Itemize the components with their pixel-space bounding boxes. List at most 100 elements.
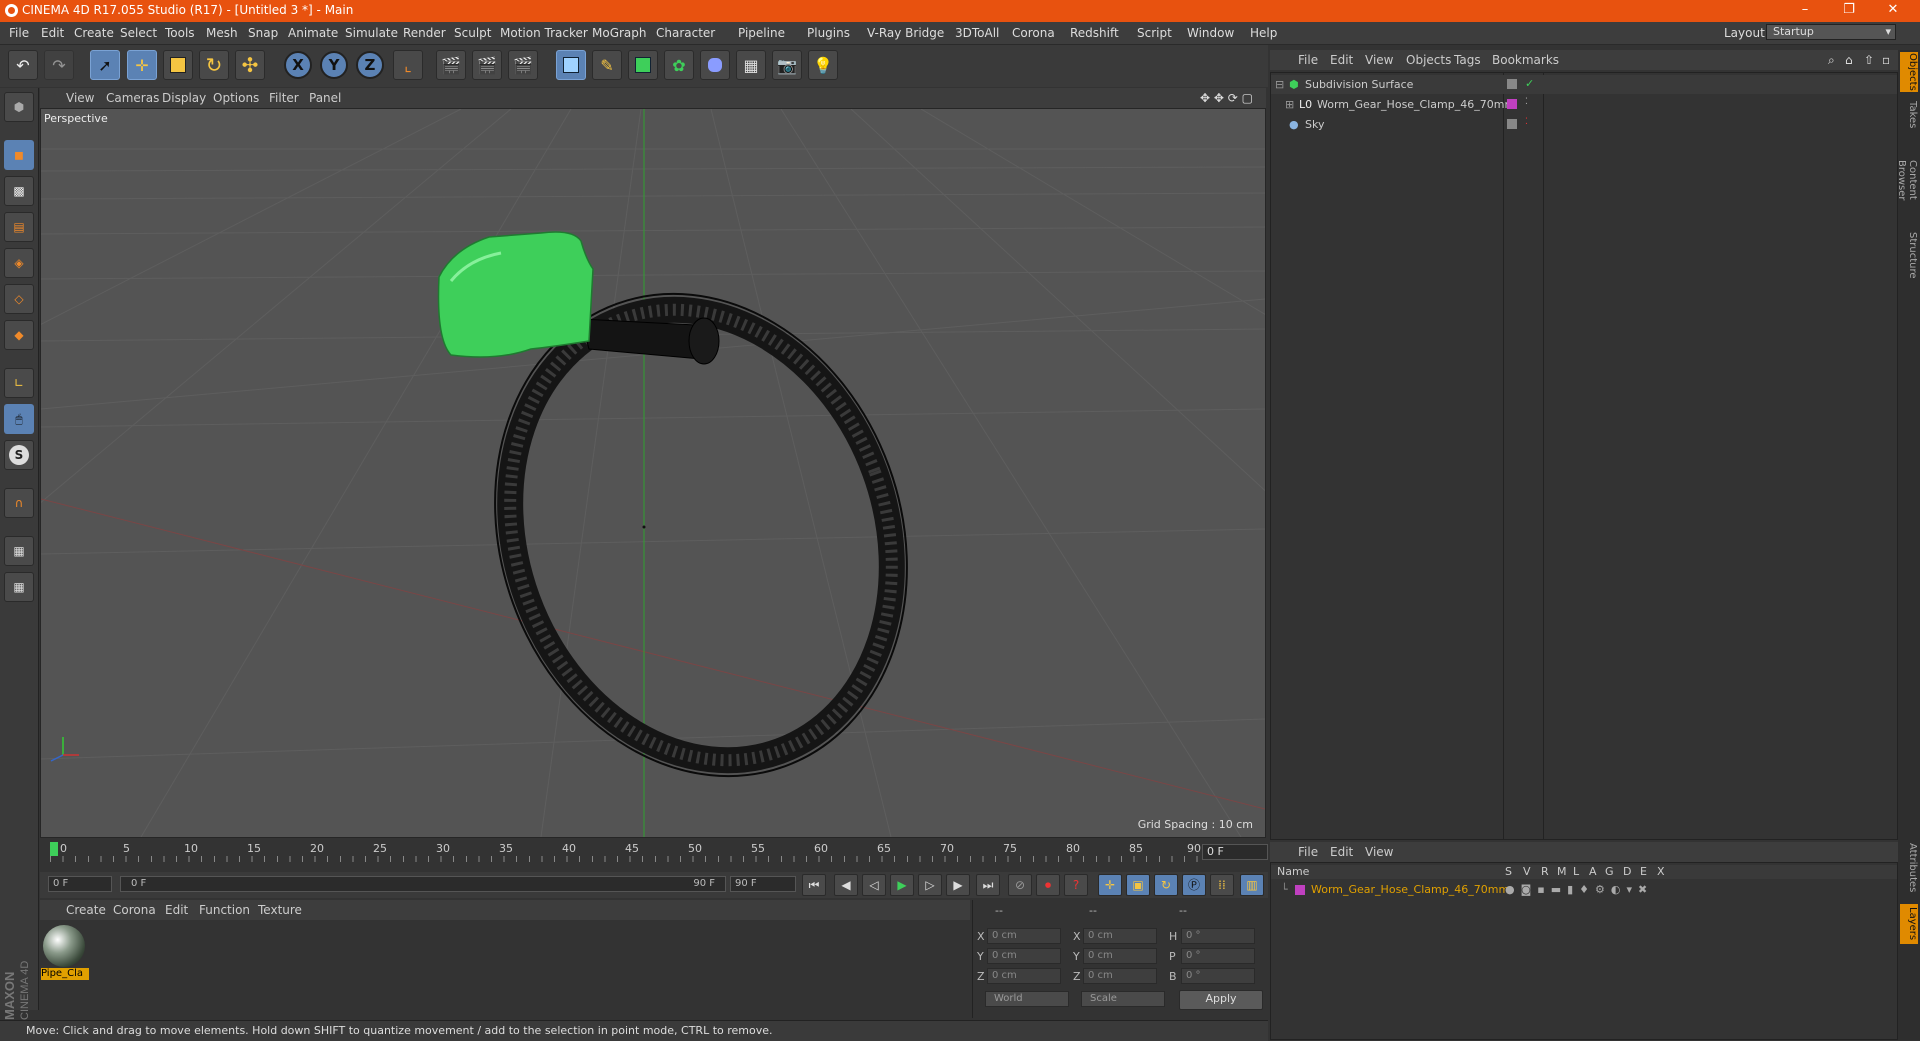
position-z-field[interactable]: 0 cm	[987, 968, 1061, 984]
planar-workplane-button[interactable]: ▦	[4, 572, 34, 602]
object-row-subdivision[interactable]: ⊟ ⬢ Subdivision Surface ✓	[1271, 75, 1897, 94]
play-button[interactable]: ▶	[890, 874, 914, 896]
viewport-menu-panel[interactable]: Panel	[309, 91, 341, 105]
menu-3dtoall[interactable]: 3DToAll	[955, 26, 999, 40]
key-rotation-button[interactable]: ↻	[1154, 874, 1178, 896]
select-tool-button[interactable]: ➚	[90, 50, 120, 80]
menu-script[interactable]: Script	[1137, 26, 1172, 40]
minimize-button[interactable]: –	[1790, 2, 1820, 17]
visibility-dots-icon[interactable]: ⁚	[1525, 97, 1528, 107]
scale-dropdown[interactable]: Scale	[1081, 991, 1165, 1007]
next-key-button[interactable]: ▶	[946, 874, 970, 896]
snap-button[interactable]: S	[4, 440, 34, 470]
expand-icon[interactable]: ⊞	[1285, 98, 1294, 111]
viewport-scene[interactable]	[41, 109, 1265, 837]
objects-menu-view[interactable]: View	[1365, 53, 1393, 67]
objects-menu-file[interactable]: File	[1298, 53, 1318, 67]
add-floor-button[interactable]: ▦	[736, 50, 766, 80]
material-preview[interactable]	[43, 925, 85, 967]
add-light-button[interactable]: 💡	[808, 50, 838, 80]
layers-menu-file[interactable]: File	[1298, 845, 1318, 859]
flag-render[interactable]: R	[1541, 865, 1549, 878]
menu-render[interactable]: Render	[403, 26, 446, 40]
menu-vray-bridge[interactable]: V-Ray Bridge	[867, 26, 944, 40]
undo-button[interactable]: ↶	[8, 50, 38, 80]
material-menu-create[interactable]: Create	[66, 903, 106, 917]
autokey-button[interactable]: ?	[1064, 874, 1088, 896]
y-axis-lock-button[interactable]: Y	[320, 51, 348, 79]
menu-create[interactable]: Create	[74, 26, 114, 40]
transform-tool-button[interactable]: ✣	[235, 50, 265, 80]
objects-menu-tags[interactable]: Tags	[1454, 53, 1481, 67]
enable-axis-button[interactable]: ∟	[4, 368, 34, 398]
flag-xref[interactable]: X	[1657, 865, 1665, 878]
lock-workplane-button[interactable]: ▦	[4, 536, 34, 566]
tab-attributes[interactable]: Attributes	[1900, 840, 1918, 896]
viewport-menu-view[interactable]: View	[66, 91, 94, 105]
rotate-tool-button[interactable]: ↻	[199, 50, 229, 80]
viewport-menu-filter[interactable]: Filter	[269, 91, 299, 105]
objects-menu-bookmarks[interactable]: Bookmarks	[1492, 53, 1559, 67]
add-cube-button[interactable]	[556, 50, 586, 80]
timeline-ruler[interactable]: 0 5 10 15 20 25 30 35 40 45 50 55 60 65 …	[50, 842, 1202, 862]
x-axis-lock-button[interactable]: X	[284, 51, 312, 79]
z-axis-lock-button[interactable]: Z	[356, 51, 384, 79]
render-picture-viewer-button[interactable]: 🎬	[472, 50, 502, 80]
position-y-field[interactable]: 0 cm	[987, 948, 1061, 964]
collapse-icon[interactable]: ⊟	[1275, 78, 1284, 91]
layer-name[interactable]: Worm_Gear_Hose_Clamp_46_70mm	[1311, 883, 1509, 896]
record-active-button[interactable]: ⏺	[1036, 874, 1060, 896]
restore-button[interactable]: ❐	[1834, 2, 1864, 17]
tab-objects[interactable]: Objects	[1900, 52, 1918, 92]
search-icon[interactable]: ⌕	[1828, 53, 1835, 68]
flag-manager[interactable]: M	[1557, 865, 1567, 878]
move-tool-button[interactable]: ✛	[127, 50, 157, 80]
render-view-button[interactable]: 🎬	[436, 50, 466, 80]
menu-redshift[interactable]: Redshift	[1070, 26, 1119, 40]
menu-edit[interactable]: Edit	[41, 26, 64, 40]
layer-row[interactable]: └ Worm_Gear_Hose_Clamp_46_70mm ●◙▪▬▮♦⚙◐▾…	[1271, 881, 1897, 900]
material-menu-texture[interactable]: Texture	[258, 903, 302, 917]
object-name[interactable]: Subdivision Surface	[1305, 78, 1413, 91]
previous-frame-button[interactable]: ◁	[862, 874, 886, 896]
rotation-p-field[interactable]: 0 °	[1181, 948, 1255, 964]
menu-mesh[interactable]: Mesh	[206, 26, 238, 40]
menu-tools[interactable]: Tools	[165, 26, 195, 40]
coordinate-system-button[interactable]: ⌞	[393, 50, 423, 80]
end-frame-field[interactable]: 90 F	[730, 876, 796, 892]
size-z-field[interactable]: 0 cm	[1083, 968, 1157, 984]
add-subdivision-button[interactable]	[628, 50, 658, 80]
menu-file[interactable]: File	[9, 26, 29, 40]
key-scale-button[interactable]: ▣	[1126, 874, 1150, 896]
key-pla-button[interactable]: ⁞⁞	[1210, 874, 1234, 896]
next-frame-button[interactable]: ▷	[918, 874, 942, 896]
object-name[interactable]: Worm_Gear_Hose_Clamp_46_70mm	[1317, 98, 1515, 111]
layer-swatch-icon[interactable]	[1507, 119, 1517, 129]
key-position-button[interactable]: ✛	[1098, 874, 1122, 896]
start-frame-field[interactable]: 0 F	[48, 876, 112, 892]
menu-snap[interactable]: Snap	[248, 26, 278, 40]
playhead[interactable]	[50, 842, 58, 856]
up-arrow-icon[interactable]: ⇧	[1864, 53, 1874, 67]
new-window-icon[interactable]: ▫	[1882, 53, 1890, 67]
menu-select[interactable]: Select	[120, 26, 157, 40]
menu-motion-tracker[interactable]: Motion Tracker	[500, 26, 588, 40]
flag-expressions[interactable]: E	[1640, 865, 1647, 878]
edges-mode-button[interactable]: ◇	[4, 284, 34, 314]
menu-pipeline[interactable]: Pipeline	[738, 26, 785, 40]
visibility-dots-icon[interactable]: ⁚	[1525, 117, 1528, 127]
workplane-mode-button[interactable]: ▤	[4, 212, 34, 242]
position-x-field[interactable]: 0 cm	[987, 928, 1061, 944]
object-row-sky[interactable]: ● Sky ⁚	[1271, 115, 1897, 134]
viewport-menu-display[interactable]: Display	[162, 91, 206, 105]
range-slider[interactable]: 0 F 90 F	[120, 876, 726, 892]
motion-record-button[interactable]: ⊘	[1008, 874, 1032, 896]
menu-character[interactable]: Character	[656, 26, 715, 40]
menu-corona[interactable]: Corona	[1012, 26, 1055, 40]
size-x-field[interactable]: 0 cm	[1083, 928, 1157, 944]
add-mograph-button[interactable]: ✿	[664, 50, 694, 80]
make-editable-button[interactable]: ⬢	[4, 92, 34, 122]
layers-menu-view[interactable]: View	[1365, 845, 1393, 859]
magnet-button[interactable]: ∩	[4, 488, 34, 518]
object-row-hose-clamp[interactable]: ⊞ L0 Worm_Gear_Hose_Clamp_46_70mm ⁚	[1271, 95, 1897, 114]
